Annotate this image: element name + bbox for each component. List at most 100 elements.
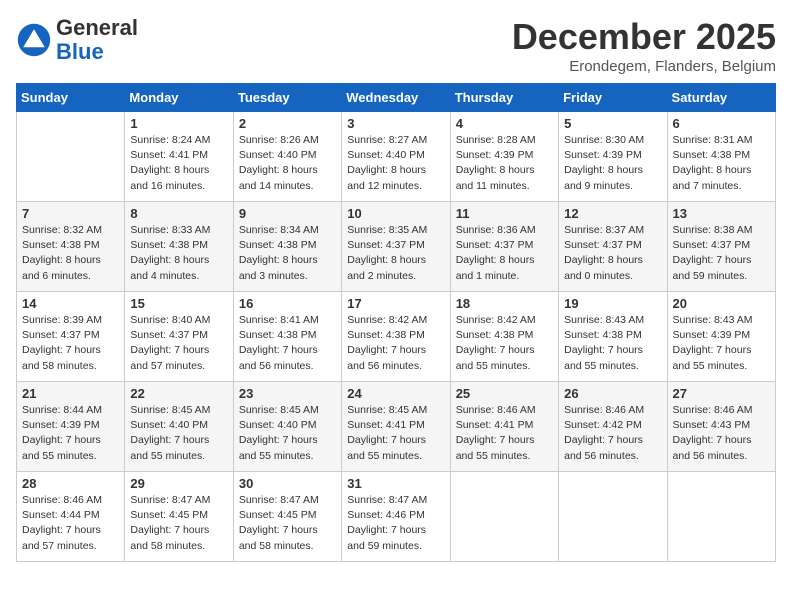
header-day: Tuesday <box>233 84 341 112</box>
day-info: Sunrise: 8:30 AM Sunset: 4:39 PM Dayligh… <box>564 133 661 194</box>
page-header: General Blue December 2025 Erondegem, Fl… <box>16 16 776 75</box>
calendar-cell: 31Sunrise: 8:47 AM Sunset: 4:46 PM Dayli… <box>342 472 450 562</box>
calendar-cell: 14 Sunrise: 8:39 AM Sunset: 4:37 PM Dayli… <box>17 292 125 382</box>
day-info: Sunrise: 8:24 AM Sunset: 4:41 PM Dayligh… <box>130 133 227 194</box>
day-number: 6 <box>673 116 770 131</box>
day-number: 30 <box>239 476 336 491</box>
calendar-header: SundayMondayTuesdayWednesdayThursdayFrid… <box>17 84 776 112</box>
month-title: December 2025 <box>512 16 776 58</box>
calendar-cell: 23 Sunrise: 8:45 AM Sunset: 4:40 PM Dayli… <box>233 382 341 472</box>
day-number: 13 <box>673 206 770 221</box>
header-day: Saturday <box>667 84 775 112</box>
calendar-cell: 4Sunrise: 8:28 AM Sunset: 4:39 PM Daylig… <box>450 112 558 202</box>
day-number: 20 <box>673 296 770 311</box>
day-info: Sunrise: 8:36 AM Sunset: 4:37 PM Dayligh… <box>456 223 553 284</box>
day-info: Sunrise: 8:27 AM Sunset: 4:40 PM Dayligh… <box>347 133 444 194</box>
day-info: Sunrise: 8:41 AM Sunset: 4:38 PM Dayligh… <box>239 313 336 374</box>
calendar-cell <box>17 112 125 202</box>
calendar-cell: 2 Sunrise: 8:26 AM Sunset: 4:40 PM Daylig… <box>233 112 341 202</box>
calendar-cell: 11 Sunrise: 8:36 AM Sunset: 4:37 PM Dayli… <box>450 202 558 292</box>
logo-icon <box>16 22 52 58</box>
day-number: 27 <box>673 386 770 401</box>
logo-blue: Blue <box>56 39 104 64</box>
day-number: 10 <box>347 206 444 221</box>
day-number: 17 <box>347 296 444 311</box>
day-number: 5 <box>564 116 661 131</box>
calendar-cell <box>667 472 775 562</box>
calendar-cell: 28Sunrise: 8:46 AM Sunset: 4:44 PM Dayli… <box>17 472 125 562</box>
day-number: 4 <box>456 116 553 131</box>
calendar-cell: 17 Sunrise: 8:42 AM Sunset: 4:38 PM Dayli… <box>342 292 450 382</box>
day-info: Sunrise: 8:45 AM Sunset: 4:40 PM Dayligh… <box>239 403 336 464</box>
day-info: Sunrise: 8:37 AM Sunset: 4:37 PM Dayligh… <box>564 223 661 284</box>
calendar-cell: 19Sunrise: 8:43 AM Sunset: 4:38 PM Dayli… <box>559 292 667 382</box>
calendar-cell: 25Sunrise: 8:46 AM Sunset: 4:41 PM Dayli… <box>450 382 558 472</box>
calendar-cell: 1 Sunrise: 8:24 AM Sunset: 4:41 PM Daylig… <box>125 112 233 202</box>
calendar-cell: 27 Sunrise: 8:46 AM Sunset: 4:43 PM Dayli… <box>667 382 775 472</box>
header-day: Monday <box>125 84 233 112</box>
day-number: 1 <box>130 116 227 131</box>
calendar-cell: 7Sunrise: 8:32 AM Sunset: 4:38 PM Daylig… <box>17 202 125 292</box>
day-info: Sunrise: 8:46 AM Sunset: 4:43 PM Dayligh… <box>673 403 770 464</box>
calendar-cell: 21Sunrise: 8:44 AM Sunset: 4:39 PM Dayli… <box>17 382 125 472</box>
day-number: 18 <box>456 296 553 311</box>
header-day: Friday <box>559 84 667 112</box>
calendar-cell: 26 Sunrise: 8:46 AM Sunset: 4:42 PM Dayli… <box>559 382 667 472</box>
day-info: Sunrise: 8:42 AM Sunset: 4:38 PM Dayligh… <box>456 313 553 374</box>
logo-text: General Blue <box>56 16 138 64</box>
day-number: 14 <box>22 296 119 311</box>
day-info: Sunrise: 8:47 AM Sunset: 4:45 PM Dayligh… <box>239 493 336 554</box>
calendar-cell: 16 Sunrise: 8:41 AM Sunset: 4:38 PM Dayli… <box>233 292 341 382</box>
logo: General Blue <box>16 16 138 64</box>
day-info: Sunrise: 8:43 AM Sunset: 4:38 PM Dayligh… <box>564 313 661 374</box>
calendar-cell: 8Sunrise: 8:33 AM Sunset: 4:38 PM Daylig… <box>125 202 233 292</box>
calendar-cell: 24Sunrise: 8:45 AM Sunset: 4:41 PM Dayli… <box>342 382 450 472</box>
day-number: 9 <box>239 206 336 221</box>
day-info: Sunrise: 8:38 AM Sunset: 4:37 PM Dayligh… <box>673 223 770 284</box>
day-info: Sunrise: 8:42 AM Sunset: 4:38 PM Dayligh… <box>347 313 444 374</box>
header-day: Sunday <box>17 84 125 112</box>
day-info: Sunrise: 8:46 AM Sunset: 4:42 PM Dayligh… <box>564 403 661 464</box>
calendar-cell <box>559 472 667 562</box>
calendar-cell: 9 Sunrise: 8:34 AM Sunset: 4:38 PM Daylig… <box>233 202 341 292</box>
calendar-cell: 18 Sunrise: 8:42 AM Sunset: 4:38 PM Dayli… <box>450 292 558 382</box>
header-row: SundayMondayTuesdayWednesdayThursdayFrid… <box>17 84 776 112</box>
logo-general: General <box>56 15 138 40</box>
day-number: 28 <box>22 476 119 491</box>
day-info: Sunrise: 8:43 AM Sunset: 4:39 PM Dayligh… <box>673 313 770 374</box>
day-info: Sunrise: 8:44 AM Sunset: 4:39 PM Dayligh… <box>22 403 119 464</box>
day-number: 15 <box>130 296 227 311</box>
calendar-cell <box>450 472 558 562</box>
calendar-cell: 10 Sunrise: 8:35 AM Sunset: 4:37 PM Dayli… <box>342 202 450 292</box>
day-number: 26 <box>564 386 661 401</box>
day-number: 3 <box>347 116 444 131</box>
day-number: 31 <box>347 476 444 491</box>
calendar-cell: 5 Sunrise: 8:30 AM Sunset: 4:39 PM Daylig… <box>559 112 667 202</box>
day-info: Sunrise: 8:34 AM Sunset: 4:38 PM Dayligh… <box>239 223 336 284</box>
calendar-cell: 13 Sunrise: 8:38 AM Sunset: 4:37 PM Dayli… <box>667 202 775 292</box>
day-info: Sunrise: 8:40 AM Sunset: 4:37 PM Dayligh… <box>130 313 227 374</box>
day-info: Sunrise: 8:39 AM Sunset: 4:37 PM Dayligh… <box>22 313 119 374</box>
day-number: 23 <box>239 386 336 401</box>
calendar: SundayMondayTuesdayWednesdayThursdayFrid… <box>16 83 776 562</box>
day-number: 24 <box>347 386 444 401</box>
day-number: 25 <box>456 386 553 401</box>
header-day: Wednesday <box>342 84 450 112</box>
calendar-cell: 22Sunrise: 8:45 AM Sunset: 4:40 PM Dayli… <box>125 382 233 472</box>
calendar-body: 1 Sunrise: 8:24 AM Sunset: 4:41 PM Daylig… <box>17 112 776 562</box>
day-info: Sunrise: 8:32 AM Sunset: 4:38 PM Dayligh… <box>22 223 119 284</box>
day-info: Sunrise: 8:26 AM Sunset: 4:40 PM Dayligh… <box>239 133 336 194</box>
day-info: Sunrise: 8:31 AM Sunset: 4:38 PM Dayligh… <box>673 133 770 194</box>
day-number: 29 <box>130 476 227 491</box>
day-number: 16 <box>239 296 336 311</box>
day-number: 11 <box>456 206 553 221</box>
day-number: 12 <box>564 206 661 221</box>
calendar-week-row: 7Sunrise: 8:32 AM Sunset: 4:38 PM Daylig… <box>17 202 776 292</box>
subtitle: Erondegem, Flanders, Belgium <box>512 58 776 75</box>
calendar-cell: 6 Sunrise: 8:31 AM Sunset: 4:38 PM Daylig… <box>667 112 775 202</box>
calendar-cell: 15 Sunrise: 8:40 AM Sunset: 4:37 PM Dayli… <box>125 292 233 382</box>
day-info: Sunrise: 8:45 AM Sunset: 4:40 PM Dayligh… <box>130 403 227 464</box>
day-info: Sunrise: 8:35 AM Sunset: 4:37 PM Dayligh… <box>347 223 444 284</box>
day-number: 2 <box>239 116 336 131</box>
title-block: December 2025 Erondegem, Flanders, Belgi… <box>512 16 776 75</box>
